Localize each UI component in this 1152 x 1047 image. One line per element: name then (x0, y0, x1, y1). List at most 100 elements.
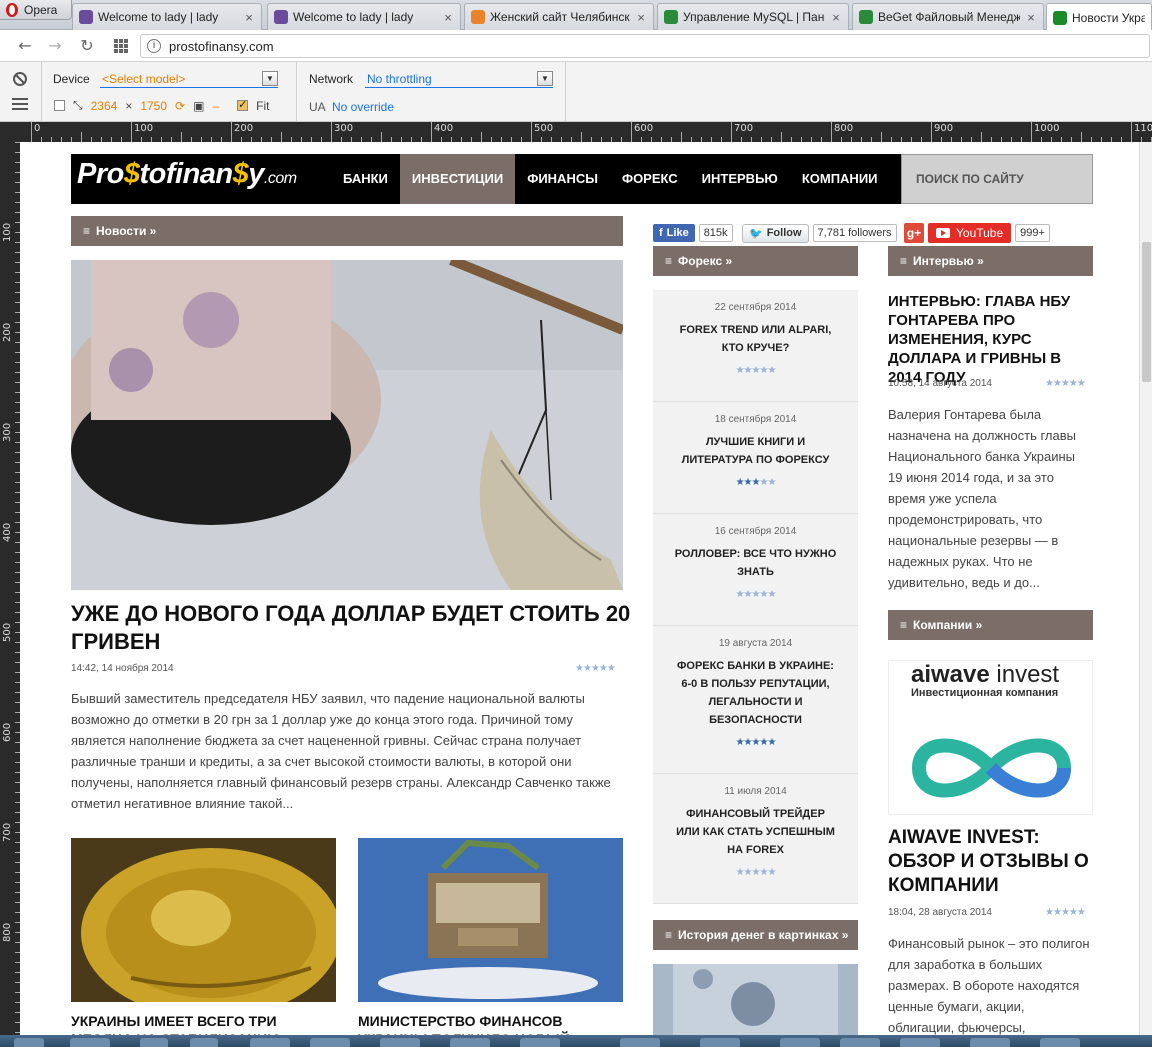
twitter-follow-button[interactable]: 🐦 Follow (742, 223, 809, 243)
facebook-like-button[interactable]: f Like (653, 224, 695, 242)
interview-rating[interactable]: ★★★★★ (1045, 378, 1086, 389)
opera-menu-button[interactable]: Opera (0, 0, 72, 20)
thumb-image-wallet[interactable] (358, 838, 623, 1002)
star-icon[interactable]: ★ (744, 737, 753, 748)
star-icon[interactable]: ★ (591, 663, 600, 674)
back-icon[interactable]: ← (16, 37, 34, 55)
star-icon[interactable]: ★ (767, 589, 776, 600)
taskbar-app-icon[interactable] (970, 1038, 1010, 1047)
taskbar-app-icon[interactable] (14, 1038, 44, 1047)
taskbar-app-icon[interactable] (140, 1038, 168, 1047)
site-logo[interactable]: Pro$tofinan$y.com (77, 158, 297, 191)
browser-tab[interactable]: Управление MySQL | Пане × (657, 3, 849, 30)
star-icon[interactable]: ★ (1053, 378, 1062, 389)
browser-tab[interactable]: Женский сайт Челябинск × (464, 3, 654, 30)
aiwave-logo-image[interactable]: aiwave invest Инвестиционная компания (888, 660, 1093, 815)
browser-tab[interactable]: Welcome to lady | lady × (72, 3, 262, 30)
taskbar-app-icon[interactable] (520, 1038, 560, 1047)
speed-dial-icon[interactable] (114, 39, 128, 53)
rotate-dims-icon[interactable]: ⤡ (73, 98, 83, 113)
star-icon[interactable]: ★ (736, 737, 745, 748)
forex-item-title[interactable]: РОЛЛОВЕР: ВСЕ ЧТО НУЖНО ЗНАТЬ (653, 545, 858, 581)
thumb-image-coin[interactable] (71, 838, 336, 1002)
star-icon[interactable]: ★ (767, 477, 776, 488)
taskbar-app-icon[interactable] (190, 1038, 218, 1047)
forex-item-title[interactable]: FOREX TREND ИЛИ ALPARI, КТО КРУЧЕ? (653, 321, 858, 357)
star-icon[interactable]: ★ (736, 589, 745, 600)
taskbar-app-icon[interactable] (700, 1038, 740, 1047)
network-select[interactable]: No throttling ▼ (365, 70, 553, 88)
taskbar-app-icon[interactable] (70, 1038, 110, 1047)
star-icon[interactable]: ★ (736, 365, 745, 376)
browser-tab[interactable]: Welcome to lady | lady × (267, 3, 461, 30)
emulate-checkbox[interactable] (54, 100, 65, 111)
news-section-header[interactable]: ≡ Новости » (71, 216, 623, 246)
interview-section-header[interactable]: ≡ Интервью » (888, 246, 1093, 276)
star-icon[interactable]: ★ (599, 663, 608, 674)
hero-rating[interactable]: ★★★★★ (575, 663, 616, 674)
forex-list-item[interactable]: 16 сентября 2014 РОЛЛОВЕР: ВСЕ ЧТО НУЖНО … (653, 514, 858, 626)
disable-emulation-icon[interactable] (13, 72, 27, 86)
forex-list-item[interactable]: 19 августа 2014 ФОРЕКС БАНКИ В УКРАИНЕ: 6… (653, 626, 858, 774)
forex-item-rating[interactable]: ★★★★★ (653, 365, 858, 376)
star-icon[interactable]: ★ (744, 477, 753, 488)
taskbar-app-icon[interactable] (780, 1038, 820, 1047)
star-icon[interactable]: ★ (1077, 907, 1086, 918)
forex-item-rating[interactable]: ★★★★★ (653, 867, 858, 878)
nav-item-investments[interactable]: ИНВЕСТИЦИИ (399, 154, 516, 204)
device-select[interactable]: <Select model> ▼ (100, 70, 278, 88)
media-queries-icon[interactable] (12, 98, 28, 110)
reload-icon[interactable]: ↻ (78, 37, 96, 55)
thumb-title-2[interactable]: МИНИСТЕРСТВО ФИНАНСОВ УКРАИНЫ ПОЛУЧИЛО Н… (358, 1012, 628, 1035)
scrollbar-thumb[interactable] (1142, 242, 1151, 382)
gplus-widget[interactable]: g+ (904, 222, 924, 244)
star-icon[interactable]: ★ (1077, 378, 1086, 389)
forex-item-rating[interactable]: ★★★★★ (653, 589, 858, 600)
height-field[interactable]: 1750 (140, 99, 167, 113)
fit-checkbox[interactable] (237, 98, 249, 111)
ua-value[interactable]: No override (332, 100, 394, 114)
star-icon[interactable]: ★ (1045, 907, 1054, 918)
star-icon[interactable]: ★ (744, 365, 753, 376)
browser-tab[interactable]: BeGet Файловый Менедж × (852, 3, 1044, 30)
nav-item-companies[interactable]: КОМПАНИИ (790, 154, 890, 204)
star-icon[interactable]: ★ (736, 867, 745, 878)
taskbar-app-icon[interactable] (450, 1038, 490, 1047)
hero-title[interactable]: УЖЕ ДО НОВОГО ГОДА ДОЛЛАР БУДЕТ СТОИТЬ 2… (71, 600, 631, 656)
tab-close-icon[interactable]: × (635, 10, 647, 25)
forex-list-item[interactable]: 18 сентября 2014 ЛУЧШИЕ КНИГИ И ЛИТЕРАТУР… (653, 402, 858, 514)
site-info-icon[interactable]: i (147, 39, 161, 53)
forex-item-title[interactable]: ФОРЕКС БАНКИ В УКРАИНЕ: 6-0 В ПОЛЬЗУ РЕП… (653, 657, 858, 729)
taskbar-app-icon[interactable] (900, 1038, 940, 1047)
forex-item-title[interactable]: ЛУЧШИЕ КНИГИ И ЛИТЕРАТУРА ПО ФОРЕКСУ (653, 433, 858, 469)
forex-list-item[interactable]: 22 сентября 2014 FOREX TREND ИЛИ ALPARI, … (653, 290, 858, 402)
url-field[interactable]: i prostofinansy.com (140, 34, 1150, 58)
page-scrollbar[interactable] (1139, 142, 1152, 1035)
site-search-input[interactable]: ПОИСК ПО САЙТУ (901, 154, 1093, 204)
star-icon[interactable]: ★ (767, 867, 776, 878)
tab-close-icon[interactable]: × (1025, 10, 1037, 25)
star-icon[interactable]: ★ (1061, 378, 1070, 389)
taskbar-app-icon[interactable] (620, 1038, 660, 1047)
nav-item-forex[interactable]: ФОРЕКС (610, 154, 690, 204)
taskbar-app-icon[interactable] (840, 1038, 880, 1047)
tab-close-icon[interactable]: × (830, 10, 842, 25)
star-icon[interactable]: ★ (1045, 378, 1054, 389)
star-icon[interactable]: ★ (1069, 907, 1078, 918)
dpr-field[interactable]: – (212, 99, 219, 113)
youtube-widget[interactable]: YouTube 999+ (928, 222, 1050, 244)
forex-item-rating[interactable]: ★★★★★ (653, 477, 858, 488)
star-icon[interactable]: ★ (575, 663, 584, 674)
hero-image[interactable] (71, 260, 623, 590)
thumb-title-1[interactable]: УКРАИНЫ ИМЕЕТ ВСЕГО ТРИ МЕСЯЦА НА СТАБИЛ… (71, 1012, 341, 1035)
star-icon[interactable]: ★ (1061, 907, 1070, 918)
twitter-widget[interactable]: 🐦 Follow 7,781 followers (742, 222, 897, 244)
interview-title[interactable]: ИНТЕРВЬЮ: ГЛАВА НБУ ГОНТАРЕВА ПРО ИЗМЕНЕ… (888, 292, 1098, 387)
forex-item-rating[interactable]: ★★★★★ (653, 737, 858, 748)
browser-tab[interactable]: Новости Украи (1046, 3, 1152, 31)
forex-list-item[interactable]: 11 июля 2014 ФИНАНСОВЫЙ ТРЕЙДЕР ИЛИ КАК С… (653, 774, 858, 904)
star-icon[interactable]: ★ (744, 589, 753, 600)
swap-dims-icon[interactable]: ⟳ (175, 99, 185, 113)
taskbar-app-icon[interactable] (250, 1038, 290, 1047)
tab-close-icon[interactable]: × (442, 10, 454, 25)
